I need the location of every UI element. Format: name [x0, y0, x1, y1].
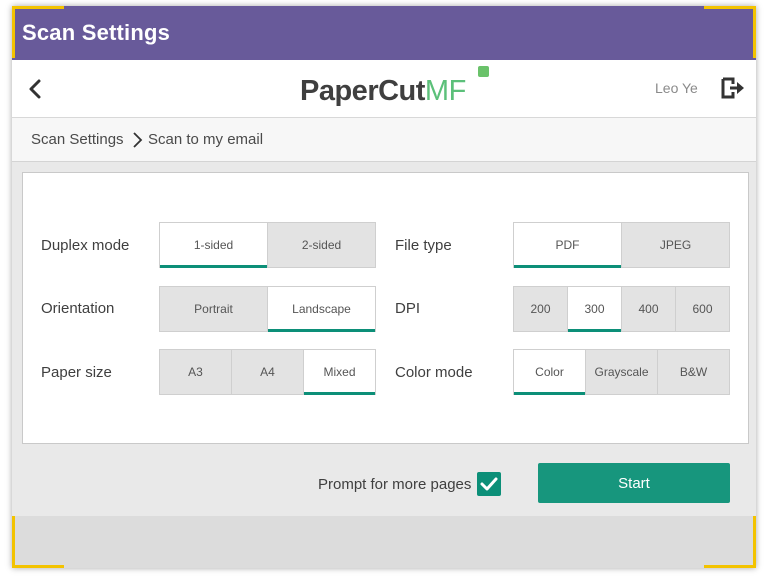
bottom-strip [12, 516, 756, 568]
orientation-option-portrait[interactable]: Portrait [160, 287, 268, 331]
start-button[interactable]: Start [538, 463, 730, 503]
duplex-option-2-sided[interactable]: 2-sided [268, 223, 375, 267]
dpi-selector: 200 300 400 600 [513, 286, 730, 332]
logo-mark-icon [478, 66, 489, 77]
breadcrumb: Scan Settings Scan to my email [12, 118, 756, 162]
paper-size-label: Paper size [41, 364, 112, 381]
papercut-logo: PaperCutMF [300, 66, 489, 109]
breadcrumb-parent[interactable]: Scan Settings [31, 131, 124, 148]
title-bar: Scan Settings [12, 6, 756, 60]
dpi-option-600[interactable]: 600 [676, 287, 729, 331]
corner-marker [12, 516, 64, 568]
logout-button[interactable] [720, 76, 748, 100]
paper-size-option-mixed[interactable]: Mixed [304, 350, 375, 395]
corner-marker [704, 516, 756, 568]
dpi-option-300[interactable]: 300 [568, 287, 622, 332]
checkmark-icon [480, 477, 498, 491]
back-button[interactable] [24, 76, 48, 102]
dpi-option-200[interactable]: 200 [514, 287, 568, 331]
settings-panel: Duplex mode 1-sided 2-sided Orientation … [22, 172, 749, 444]
user-name: Leo Ye [655, 80, 698, 96]
corner-marker [12, 6, 64, 58]
paper-size-selector: A3 A4 Mixed [159, 349, 376, 395]
duplex-label: Duplex mode [41, 237, 130, 254]
logout-icon [721, 77, 744, 99]
orientation-selector: Portrait Landscape [159, 286, 376, 332]
color-mode-option-bw[interactable]: B&W [658, 350, 729, 394]
logo-suffix: MF [424, 75, 466, 107]
color-mode-label: Color mode [395, 364, 473, 381]
prompt-more-pages-checkbox[interactable] [477, 472, 501, 496]
color-mode-option-grayscale[interactable]: Grayscale [586, 350, 658, 394]
file-type-selector: PDF JPEG [513, 222, 730, 268]
app-window: Scan Settings PaperCutMF Leo Ye Scan Set… [12, 6, 756, 568]
orientation-label: Orientation [41, 300, 115, 317]
file-type-option-jpeg[interactable]: JPEG [622, 223, 729, 267]
corner-marker [704, 6, 756, 58]
orientation-option-landscape[interactable]: Landscape [268, 287, 375, 332]
logo-text: PaperCut [300, 75, 425, 107]
dpi-option-400[interactable]: 400 [622, 287, 676, 331]
breadcrumb-current: Scan to my email [148, 131, 264, 148]
paper-size-option-a4[interactable]: A4 [232, 350, 304, 394]
color-mode-selector: Color Grayscale B&W [513, 349, 730, 395]
chevron-left-icon [29, 79, 41, 99]
file-type-option-pdf[interactable]: PDF [514, 223, 622, 268]
duplex-option-1-sided[interactable]: 1-sided [160, 223, 268, 268]
paper-size-option-a3[interactable]: A3 [160, 350, 232, 394]
app-header: PaperCutMF Leo Ye [12, 60, 756, 118]
dpi-label: DPI [395, 300, 421, 317]
chevron-right-icon [133, 132, 143, 148]
file-type-label: File type [395, 237, 452, 254]
duplex-selector: 1-sided 2-sided [159, 222, 376, 268]
color-mode-option-color[interactable]: Color [514, 350, 586, 395]
prompt-more-pages-label: Prompt for more pages [318, 476, 472, 493]
